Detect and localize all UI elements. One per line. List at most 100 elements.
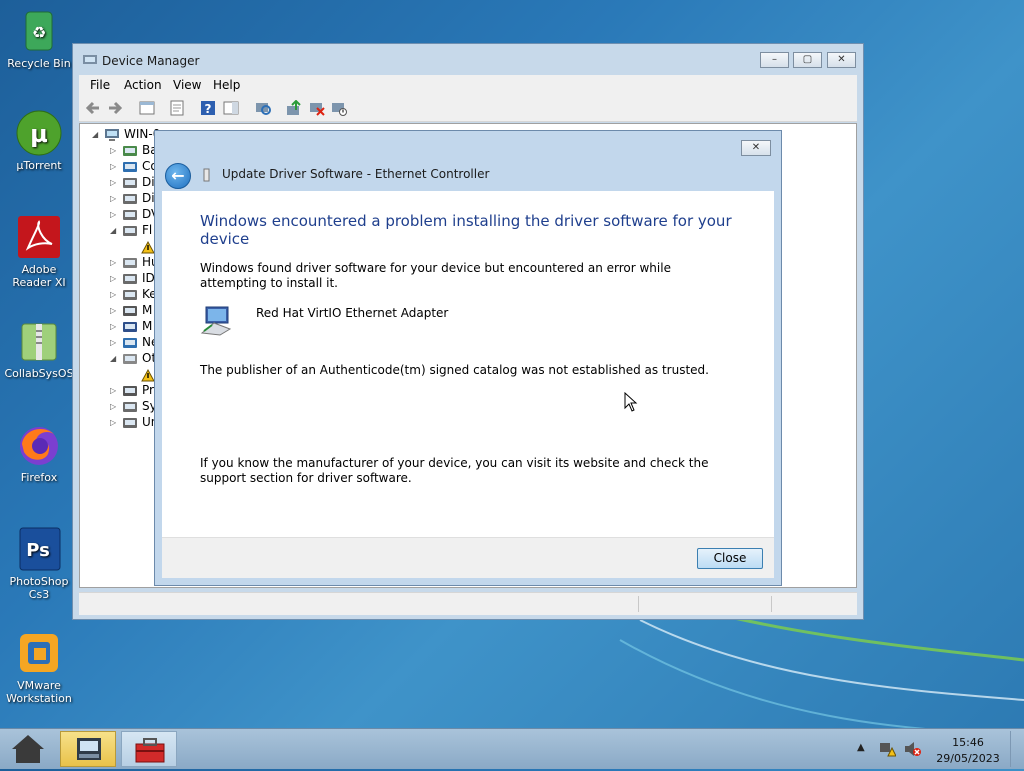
taskbar-toolbox[interactable] <box>121 731 177 767</box>
expand-arrow-icon[interactable]: ▷ <box>110 290 116 299</box>
support-hint: If you know the manufacturer of your dev… <box>200 456 709 485</box>
taskbar-device-manager[interactable] <box>60 731 116 767</box>
menu-action[interactable]: Action <box>124 78 162 92</box>
device-manager-icon <box>77 738 101 760</box>
back-arrow-icon[interactable] <box>85 100 101 116</box>
home-icon <box>12 735 44 763</box>
properties-sheet-icon[interactable] <box>169 100 185 116</box>
desktop-icon-firefox[interactable]: Firefox <box>2 422 76 484</box>
desktop-icon-label: PhotoShop Cs3 <box>9 575 69 601</box>
desktop-icon-collabsysos[interactable]: CollabSysOS <box>2 318 76 380</box>
title-bar[interactable]: Device Manager <box>73 44 863 74</box>
device-small-icon <box>203 168 210 182</box>
device-category-icon <box>123 146 137 156</box>
folder-zip-icon <box>16 318 62 364</box>
start-button[interactable] <box>2 731 54 767</box>
desktop-icon-utorrent[interactable]: µ µTorrent <box>2 110 76 172</box>
expand-arrow-icon[interactable]: ▷ <box>110 178 116 187</box>
tree-item-label: Di <box>142 175 155 189</box>
dialog-close-x-button[interactable]: ✕ <box>741 140 771 156</box>
error-description: Windows found driver software for your d… <box>200 261 671 290</box>
expand-arrow-icon[interactable]: ▷ <box>110 418 116 427</box>
dialog-footer: Close <box>162 537 774 578</box>
status-divider <box>638 596 639 612</box>
utorrent-icon: µ <box>16 110 62 156</box>
recycle-bin-icon: ♻ <box>16 8 62 54</box>
back-button[interactable]: ← <box>165 163 191 189</box>
desktop-icon-recycle-bin[interactable]: ♻ Recycle Bin <box>2 8 76 70</box>
desktop-icon-adobe-reader[interactable]: Adobe Reader XI <box>2 214 76 289</box>
device-category-icon <box>123 338 137 348</box>
device-name: Red Hat VirtIO Ethernet Adapter <box>256 306 449 320</box>
desktop-icon-label: Firefox <box>20 471 58 484</box>
device-category-icon <box>123 274 137 284</box>
scan-hardware-changes-icon[interactable] <box>255 100 271 116</box>
taskbar: ▲ 15:46 29/05/2023 <box>0 728 1024 769</box>
desktop-icon-vmware[interactable]: VMware Workstation <box>2 630 76 705</box>
expand-arrow-icon[interactable]: ▷ <box>110 194 116 203</box>
show-desktop-button[interactable] <box>1010 731 1023 767</box>
svg-text:Ps: Ps <box>26 540 50 561</box>
clock-date[interactable]: 29/05/2023 <box>936 752 1000 765</box>
desktop-icon-label: VMware Workstation <box>6 679 72 705</box>
status-bar <box>79 592 857 615</box>
svg-text:♻: ♻ <box>32 23 46 42</box>
device-category-icon <box>123 290 137 300</box>
maximize-button[interactable]: ▢ <box>793 52 822 68</box>
expand-arrow-icon[interactable]: ▷ <box>110 274 116 283</box>
update-driver-dialog: ✕ ← Update Driver Software - Ethernet Co… <box>154 130 782 586</box>
expand-arrow-icon[interactable]: ▷ <box>110 162 116 171</box>
show-hidden-icons-arrow[interactable]: ▲ <box>857 742 865 753</box>
update-driver-icon[interactable] <box>286 99 302 116</box>
desktop-icon-label: CollabSysOS <box>4 367 74 380</box>
tree-item-label: Di <box>142 191 155 205</box>
firefox-icon <box>16 422 62 468</box>
expand-arrow-icon[interactable]: ▷ <box>110 306 116 315</box>
window-close-button[interactable]: ✕ <box>827 52 856 68</box>
device-category-icon <box>123 194 137 204</box>
expand-arrow-icon[interactable]: ▷ <box>110 322 116 331</box>
device-category-icon <box>123 386 137 396</box>
expand-arrow-icon[interactable]: ▷ <box>110 338 116 347</box>
expand-arrow-icon[interactable]: ▷ <box>110 210 116 219</box>
action-pane-icon[interactable] <box>223 100 239 116</box>
expand-arrow-icon[interactable]: ▷ <box>110 146 116 155</box>
help-icon[interactable]: ? <box>200 100 216 116</box>
desktop-icon-label: Adobe Reader XI <box>12 263 66 289</box>
device-category-icon <box>123 322 137 332</box>
toolbox-icon <box>135 738 165 763</box>
network-warning-icon[interactable] <box>878 740 896 758</box>
mouse-cursor-icon <box>624 392 638 412</box>
expand-arrow-icon[interactable]: ▷ <box>110 258 116 267</box>
status-divider <box>771 596 772 612</box>
device-category-icon <box>123 258 137 268</box>
menu-help[interactable]: Help <box>213 78 240 92</box>
desktop-icon-label: Recycle Bin <box>7 57 71 70</box>
collapse-arrow-icon[interactable]: ◢ <box>110 226 116 235</box>
device-category-icon <box>123 402 137 412</box>
disable-device-icon[interactable] <box>331 100 347 116</box>
forward-arrow-icon[interactable] <box>107 100 123 116</box>
menu-file[interactable]: File <box>90 78 110 92</box>
expand-arrow-icon[interactable]: ▷ <box>110 402 116 411</box>
network-adapter-icon <box>200 306 232 336</box>
desktop-icon-photoshop[interactable]: Ps PhotoShop Cs3 <box>2 526 76 601</box>
volume-muted-icon[interactable] <box>903 740 921 758</box>
dialog-content: Windows encountered a problem installing… <box>162 191 774 537</box>
uninstall-device-icon[interactable] <box>309 100 325 116</box>
dialog-header-title: Update Driver Software - Ethernet Contro… <box>222 167 490 181</box>
back-arrow-icon: ← <box>171 166 185 185</box>
expand-arrow-icon[interactable]: ▷ <box>110 386 116 395</box>
show-hide-console-tree-icon[interactable] <box>139 100 155 116</box>
collapse-arrow-icon[interactable]: ◢ <box>92 130 98 139</box>
svg-text:?: ? <box>205 102 212 116</box>
desktop-icon-label: µTorrent <box>16 159 62 172</box>
device-category-icon <box>123 354 137 364</box>
error-heading: Windows encountered a problem installing… <box>200 212 732 248</box>
clock-time[interactable]: 15:46 <box>940 736 996 749</box>
computer-icon <box>105 129 119 141</box>
menu-view[interactable]: View <box>173 78 201 92</box>
collapse-arrow-icon[interactable]: ◢ <box>110 354 116 363</box>
close-button[interactable]: Close <box>697 548 763 569</box>
minimize-button[interactable]: – <box>760 52 789 68</box>
